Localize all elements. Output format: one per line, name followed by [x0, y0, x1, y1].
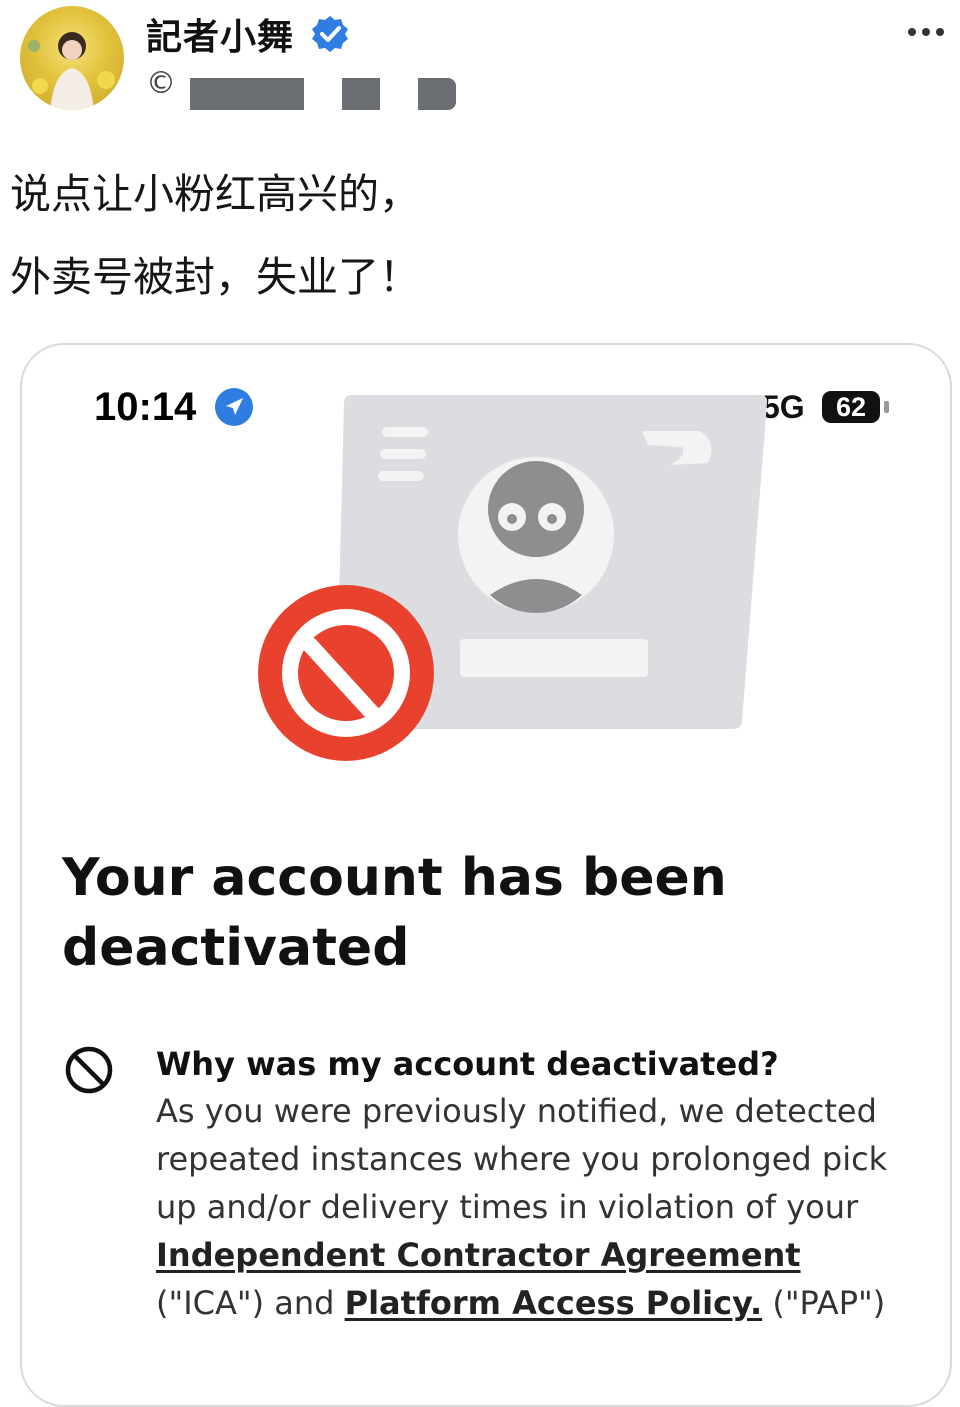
- reason-text-mid: ("ICA") and: [156, 1284, 345, 1322]
- author-avatar[interactable]: [20, 6, 124, 110]
- redaction-block: [342, 78, 380, 110]
- author-handle: ©: [146, 66, 176, 101]
- pap-link[interactable]: Platform Access Policy.: [345, 1284, 763, 1322]
- embedded-screenshot[interactable]: 10:14 5G 62 Your account has been deacti…: [20, 343, 952, 1407]
- author-name[interactable]: 記者小舞: [146, 8, 294, 60]
- deactivation-headline: Your account has been deactivated: [62, 848, 727, 978]
- verified-badge-icon: [312, 16, 348, 52]
- ica-link[interactable]: Independent Contractor Agreement: [156, 1236, 801, 1274]
- post-text-line-2: 外卖号被封，失业了！: [10, 253, 420, 301]
- battery-tip: [884, 401, 889, 413]
- redaction-block: [418, 78, 456, 110]
- avatar-photo: [28, 32, 115, 110]
- battery-level: 62: [822, 391, 880, 423]
- redaction-block: [190, 78, 304, 110]
- status-time: 10:14: [94, 385, 197, 429]
- deactivated-illustration: [258, 395, 768, 761]
- reason-body: As you were previously notified, we dete…: [156, 1087, 916, 1327]
- prohibited-icon: [65, 1046, 113, 1094]
- more-options-icon[interactable]: [906, 26, 946, 38]
- reason-text-end: ("PAP"): [762, 1284, 886, 1322]
- reason-title: Why was my account deactivated?: [156, 1045, 779, 1083]
- reason-text-intro: As you were previously notified, we dete…: [156, 1092, 888, 1226]
- post-text-line-1: 说点让小粉红高兴的，: [10, 170, 420, 218]
